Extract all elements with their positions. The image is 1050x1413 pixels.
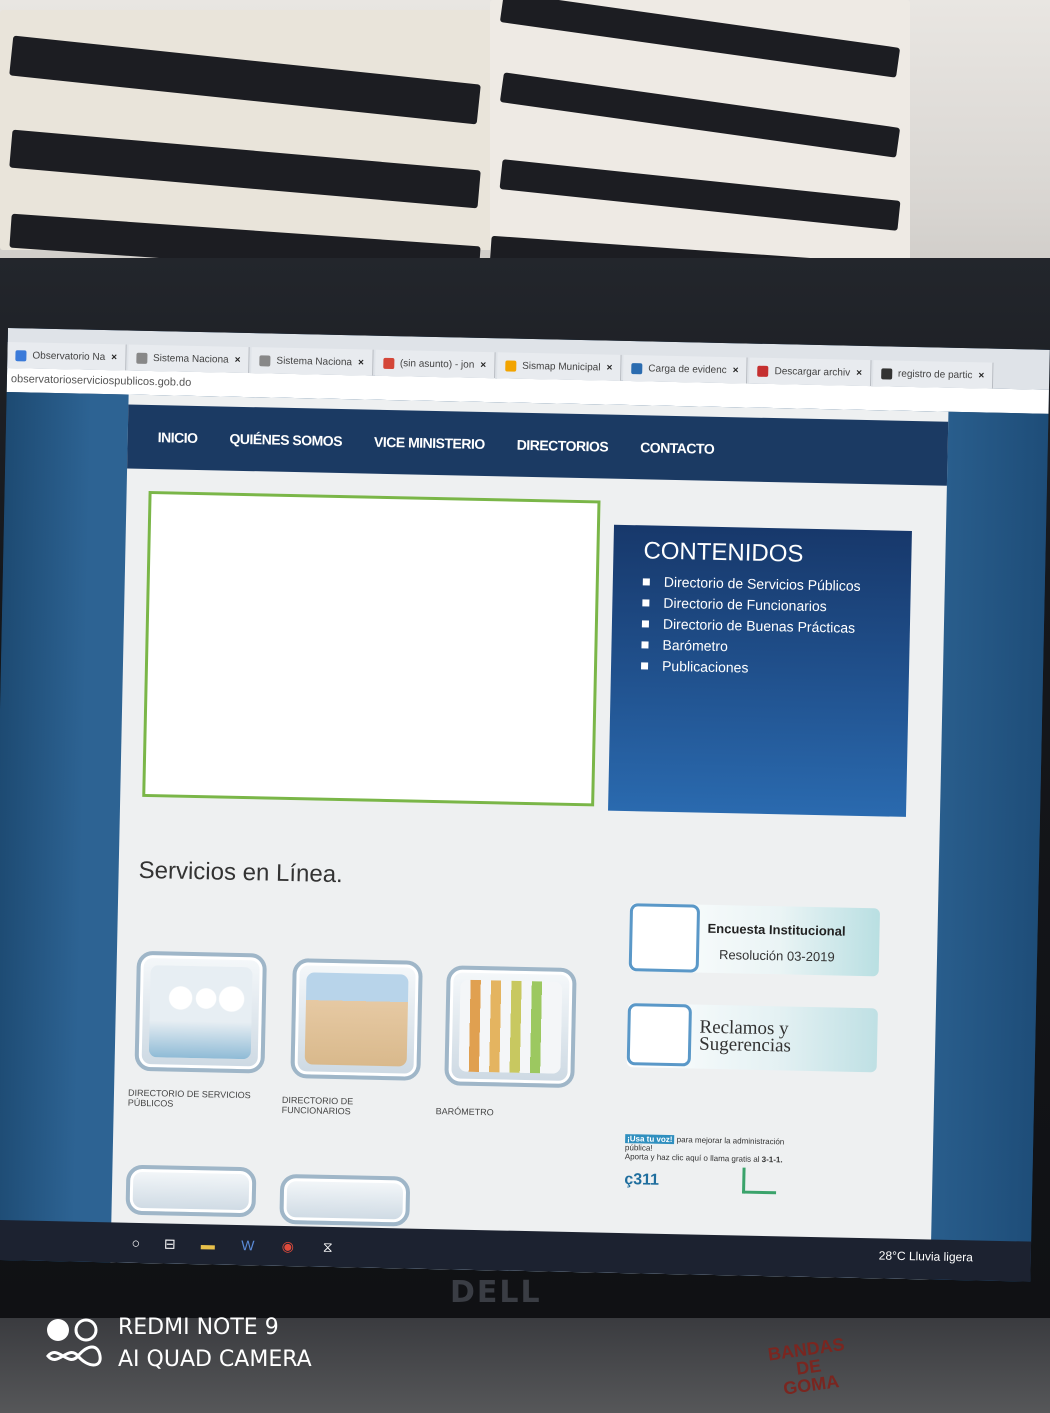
main-nav: INICIO QUIÉNES SOMOS VICE MINISTERIO DIR… [127, 404, 949, 486]
tab-label: Sistema Naciona [276, 355, 353, 368]
tab-favicon-icon [880, 367, 893, 380]
monitor-screen: Observatorio Na × Sistema Naciona × Sistema … [0, 328, 1050, 1282]
service-label[interactable]: DIRECTORIO DE SERVICIOS PÚBLICOS [128, 1088, 268, 1112]
rubber-bands-box: BANDAS DE GOMA [766, 1334, 846, 1399]
bullet-icon [641, 640, 649, 648]
browser-tab[interactable]: Descargar archiv × [749, 357, 872, 387]
contenidos-item[interactable]: Directorio de Buenas Prácticas [641, 615, 880, 636]
photo: Observatorio Na × Sistema Naciona × Sistema … [0, 0, 1050, 1413]
browser-tab[interactable]: Observatorio Na × [7, 341, 127, 371]
tab-favicon-icon [259, 354, 271, 367]
service-label[interactable]: BARÓMETRO [436, 1106, 586, 1120]
tab-favicon-icon [505, 359, 517, 372]
service-label[interactable]: DIRECTORIO DE FUNCIONARIOS [282, 1095, 372, 1118]
bullet-icon [641, 661, 649, 669]
contenidos-panel: CONTENIDOS Directorio de Servicios Públi… [608, 524, 912, 817]
encuesta-subtitle: Resolución 03-2019 [718, 947, 835, 965]
contenidos-item[interactable]: Directorio de Funcionarios [642, 594, 880, 615]
service-barometro[interactable] [444, 965, 577, 1089]
word-icon[interactable]: W [235, 1233, 261, 1258]
encuesta-title: Encuesta Institucional [707, 920, 846, 939]
contenidos-item[interactable]: Barómetro [641, 636, 879, 657]
tab-close-icon[interactable]: × [606, 362, 612, 373]
contenidos-list: Directorio de Servicios Públicos Directo… [641, 573, 881, 678]
tab-label: Sistema Naciona [152, 352, 229, 366]
website: INICIO QUIÉNES SOMOS VICE MINISTERIO DIR… [0, 391, 1050, 1282]
reclamos-banner[interactable]: Reclamos y Sugerencias [626, 1003, 878, 1073]
tab-close-icon[interactable]: × [480, 359, 486, 370]
tab-close-icon[interactable]: × [856, 367, 862, 378]
app-icon[interactable]: ⧖ [315, 1235, 341, 1260]
service-partial-2[interactable] [279, 1173, 411, 1227]
bar-chart-icon [458, 979, 563, 1074]
tab-close-icon[interactable]: × [235, 354, 241, 365]
file-explorer-icon[interactable]: ▬ [195, 1232, 221, 1257]
tab-label: (sin asunto) - jon [399, 357, 475, 371]
encuesta-banner[interactable]: Encuesta Institucional Resolución 03-201… [628, 903, 881, 977]
tab-label: Observatorio Na [32, 350, 106, 363]
search-icon[interactable]: ○ [123, 1231, 149, 1256]
nav-contacto[interactable]: CONTACTO [640, 439, 714, 457]
browser-tab[interactable]: Sistema Naciona × [127, 344, 250, 374]
tab-close-icon[interactable]: × [358, 357, 364, 368]
chrome-icon[interactable]: ◉ [275, 1234, 301, 1259]
slider-box [142, 490, 601, 807]
nav-quienes-somos[interactable]: QUIÉNES SOMOS [229, 431, 342, 449]
mailbox-icon [626, 1003, 692, 1067]
dell-logo: DELL [450, 1275, 542, 1310]
service-directorio-funcionarios[interactable] [290, 958, 423, 1081]
bullet-icon [642, 598, 650, 606]
tab-favicon-icon [15, 349, 27, 361]
weather-widget[interactable]: 28°C Lluvia ligera [879, 1248, 973, 1264]
service-directorio-servicios[interactable] [134, 950, 267, 1074]
tab-close-icon[interactable]: × [978, 370, 984, 381]
page-container: INICIO QUIÉNES SOMOS VICE MINISTERIO DIR… [110, 394, 949, 1282]
service-partial-1[interactable] [125, 1164, 257, 1218]
survey-icon [628, 903, 701, 973]
contenidos-title: CONTENIDOS [643, 537, 804, 568]
bullet-icon [642, 577, 650, 585]
browser-tab[interactable]: Sismap Municipal × [496, 352, 622, 381]
tab-label: Sismap Municipal [522, 360, 601, 373]
tab-favicon-icon [757, 365, 769, 377]
tab-label: registro de partic [897, 368, 973, 381]
camera-watermark: REDMI NOTE 9 AI QUAD CAMERA [118, 1315, 312, 1372]
contenidos-item[interactable]: Directorio de Servicios Públicos [642, 573, 881, 594]
nav-inicio[interactable]: INICIO [158, 429, 198, 446]
contenidos-item[interactable]: Publicaciones [641, 657, 879, 678]
browser-tab[interactable]: (sin asunto) - jon × [374, 349, 496, 379]
chat-icon[interactable] [742, 1167, 777, 1195]
camera-watermark-logo [46, 1318, 102, 1367]
servicios-title: Servicios en Línea. [138, 856, 344, 889]
bullet-icon [641, 619, 650, 627]
tab-label: Carga de evidenc [648, 362, 727, 376]
tab-close-icon[interactable]: × [111, 352, 117, 363]
reclamos-title: Reclamos y Sugerencias [698, 1016, 792, 1057]
browser-tab[interactable]: registro de partic × [872, 360, 994, 389]
task-view-icon[interactable]: ⊟ [157, 1231, 183, 1256]
nav-directorios[interactable]: DIRECTORIOS [517, 437, 609, 455]
nav-vice-ministerio[interactable]: VICE MINISTERIO [374, 434, 485, 452]
building-icon [304, 972, 409, 1067]
tab-label: Descargar archiv [774, 365, 851, 379]
tab-favicon-icon [631, 362, 643, 374]
url-text: observatorioserviciospublicos.gob.do [10, 373, 192, 389]
tab-close-icon[interactable]: × [733, 365, 739, 376]
people-icon [148, 965, 253, 1060]
browser-tab[interactable]: Sistema Naciona × [251, 347, 374, 376]
tab-favicon-icon [135, 352, 148, 364]
browser-tab[interactable]: Carga de evidenc × [623, 354, 748, 384]
tab-favicon-icon [382, 357, 394, 369]
